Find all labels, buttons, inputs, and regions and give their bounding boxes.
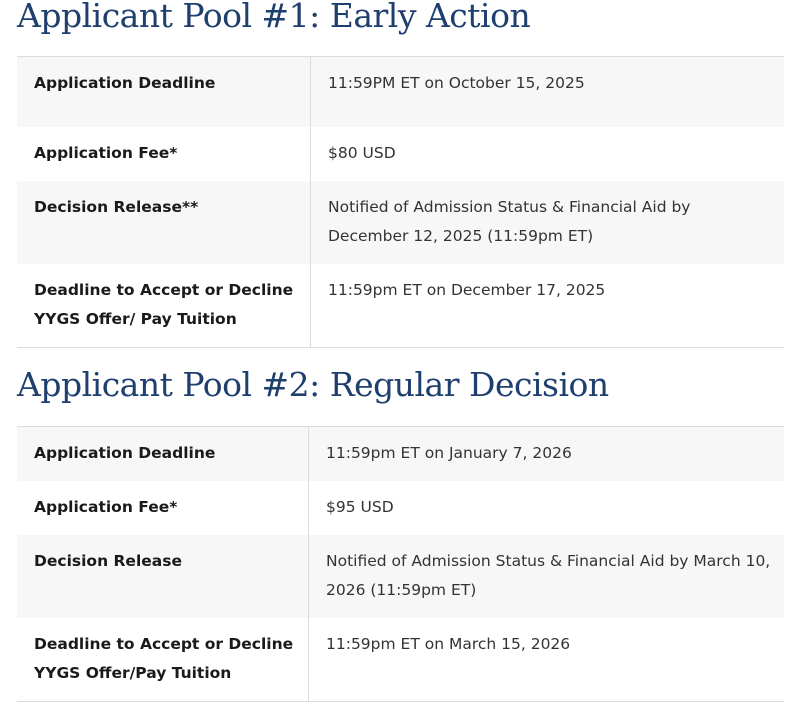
row-value-line: December 12, 2025 (11:59pm ET) bbox=[328, 227, 594, 245]
table-row: Deadline to Accept or Decline YYGS Offer… bbox=[17, 618, 784, 701]
row-value-line: Notified of Admission Status & Financial… bbox=[326, 552, 771, 570]
row-label: Deadline to Accept or Decline YYGS Offer… bbox=[17, 618, 309, 701]
table-row: Application Fee* $95 USD bbox=[17, 481, 784, 535]
row-label: Deadline to Accept or Decline YYGS Offer… bbox=[17, 264, 311, 347]
table-row: Deadline to Accept or Decline YYGS Offer… bbox=[17, 264, 784, 347]
row-label: Decision Release bbox=[17, 535, 309, 618]
row-label-line: Deadline to Accept or Decline bbox=[34, 281, 294, 299]
table-row: Application Deadline 11:59pm ET on Janua… bbox=[17, 427, 784, 481]
row-label: Application Fee* bbox=[17, 127, 311, 181]
row-label-line: YYGS Offer/ Pay Tuition bbox=[34, 310, 237, 328]
table-row: Decision Release Notified of Admission S… bbox=[17, 535, 784, 618]
early-action-heading: Applicant Pool #1: Early Action bbox=[17, 0, 531, 35]
row-label: Decision Release** bbox=[17, 181, 311, 264]
row-value: 11:59pm ET on January 7, 2026 bbox=[326, 444, 572, 462]
row-label-line: YYGS Offer/Pay Tuition bbox=[34, 664, 232, 682]
table-row: Decision Release** Notified of Admission… bbox=[17, 181, 784, 264]
row-label-line: Deadline to Accept or Decline bbox=[34, 635, 294, 653]
early-action-table: Application Deadline 11:59PM ET on Octob… bbox=[17, 56, 784, 348]
row-value-line: 2026 (11:59pm ET) bbox=[326, 581, 477, 599]
row-label: Application Deadline bbox=[17, 427, 309, 481]
row-label: Application Fee* bbox=[17, 481, 309, 535]
row-value: 11:59pm ET on March 15, 2026 bbox=[326, 635, 571, 653]
regular-decision-table: Application Deadline 11:59pm ET on Janua… bbox=[17, 426, 784, 702]
row-value: 11:59PM ET on October 15, 2025 bbox=[328, 74, 585, 92]
table-row: Application Fee* $80 USD bbox=[17, 127, 784, 181]
row-value: Notified of Admission Status & Financial… bbox=[311, 181, 784, 264]
row-value-line: Notified of Admission Status & Financial… bbox=[328, 198, 691, 216]
regular-decision-heading: Applicant Pool #2: Regular Decision bbox=[17, 365, 609, 404]
row-label: Application Deadline bbox=[17, 57, 311, 127]
row-value: Notified of Admission Status & Financial… bbox=[309, 535, 784, 618]
row-value: 11:59pm ET on December 17, 2025 bbox=[328, 281, 606, 299]
row-value: $80 USD bbox=[328, 144, 396, 162]
row-value: $95 USD bbox=[326, 498, 394, 516]
table-row: Application Deadline 11:59PM ET on Octob… bbox=[17, 57, 784, 127]
